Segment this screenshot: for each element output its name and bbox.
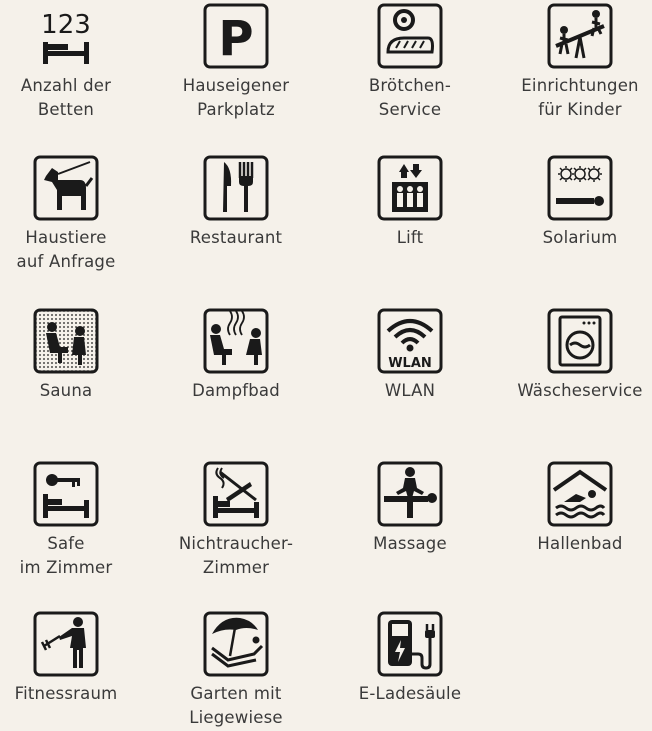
amenity-label: Massage [373,534,447,553]
non-smoking-room-icon [203,461,269,527]
amenity-label: Garten mit Liegewiese [189,684,283,727]
amenity-label: Lift [396,228,424,247]
room-safe-icon [33,461,99,527]
amenity-sauna: Sauna [0,305,146,403]
amenity-label: Solarium [542,228,618,247]
lift-icon [377,155,443,221]
amenity-bread-service: Brötchen- Service [330,0,490,122]
amenity-label: Anzahl der Betten [20,76,112,119]
amenity-label: E-Ladesäule [358,684,462,703]
amenity-laundry: Wäscheservice [500,305,652,403]
massage-icon [377,461,443,527]
amenity-beds: 123 Anzahl der Betten [0,0,146,122]
amenity-steam-bath: Dampfbad [156,305,316,403]
laundry-icon [547,308,613,374]
amenity-massage: Massage [330,458,490,556]
svg-text:P: P [218,11,253,67]
amenity-label: Safe im Zimmer [19,534,113,577]
steam-bath-icon [203,308,269,374]
pets-icon [33,155,99,221]
amenity-label: Dampfbad [192,381,280,400]
amenities-grid: 123 Anzahl der Betten P Hauseigener Park… [0,0,652,731]
amenity-wlan: WLAN WLAN [330,305,490,403]
amenity-label: WLAN [384,381,436,400]
parking-icon: P [203,3,269,69]
amenity-label: Hallenbad [537,534,623,553]
amenity-room-safe: Safe im Zimmer [0,458,146,580]
svg-text:WLAN: WLAN [388,356,432,371]
amenity-fitness: Fitnessraum [0,608,146,706]
garden-lawn-icon [203,611,269,677]
ev-charging-icon [377,611,443,677]
amenity-pets: Haustiere auf Anfrage [0,152,146,274]
bread-roll-service-icon [377,3,443,69]
indoor-pool-icon [547,461,613,527]
beds-count-icon: 123 [41,10,91,64]
amenity-label: Haustiere auf Anfrage [16,228,116,271]
solarium-icon [547,155,613,221]
amenity-label: Hauseigener Parkplatz [182,76,290,119]
amenity-children: Einrichtungen für Kinder [500,0,652,122]
amenity-lift: Lift [330,152,490,250]
amenity-label: Nichtraucher- Zimmer [178,534,294,577]
amenity-restaurant: Restaurant [156,152,316,250]
amenity-label: Wäscheservice [517,381,643,400]
amenity-label: Restaurant [189,228,283,247]
svg-text:123: 123 [41,10,91,40]
amenity-label: Sauna [39,381,93,400]
amenity-label: Fitnessraum [14,684,118,703]
restaurant-icon [203,155,269,221]
amenity-indoor-pool: Hallenbad [500,458,652,556]
amenity-parking: P Hauseigener Parkplatz [156,0,316,122]
sauna-icon [33,308,99,374]
amenity-label: Brötchen- Service [368,76,452,119]
amenity-label: Einrichtungen für Kinder [521,76,639,119]
amenity-solarium: Solarium [500,152,652,250]
fitness-room-icon [33,611,99,677]
amenity-non-smoking: Nichtraucher- Zimmer [156,458,316,580]
children-facilities-icon [547,3,613,69]
amenity-garden: Garten mit Liegewiese [156,608,316,730]
wlan-icon: WLAN [377,308,443,374]
amenity-ev-charging: E-Ladesäule [330,608,490,706]
